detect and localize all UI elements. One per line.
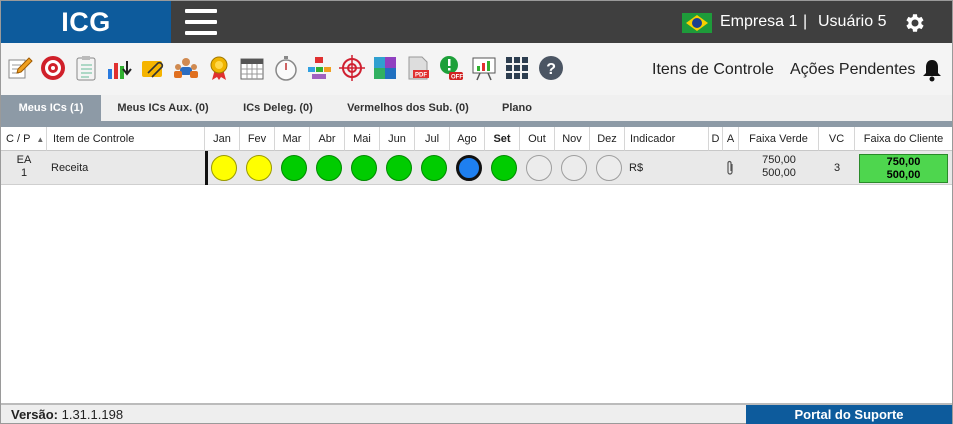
column-header-month[interactable]: Abr	[310, 127, 345, 151]
gear-icon[interactable]	[903, 11, 927, 35]
header-separator: |	[803, 13, 808, 30]
nav-itens-de-controle[interactable]: Itens de Controle	[652, 61, 774, 79]
column-header-faixa-verde[interactable]: Faixa Verde	[739, 127, 819, 151]
column-header-month-current[interactable]: Set	[485, 127, 520, 151]
column-header-vc[interactable]: VC	[819, 127, 855, 151]
column-header-month[interactable]: Jan	[205, 127, 240, 151]
footer: Versão: 1.31.1.198 Portal do Suporte	[1, 403, 952, 424]
status-circle-nov[interactable]	[561, 155, 587, 181]
app-logo[interactable]: ICG	[1, 1, 171, 43]
help-icon[interactable]: ?	[538, 55, 564, 81]
column-header-month[interactable]: Out	[520, 127, 555, 151]
svg-text:OFF: OFF	[451, 75, 463, 81]
column-header-month[interactable]: Ago	[450, 127, 485, 151]
status-circle-out[interactable]	[526, 155, 552, 181]
status-circle-jul[interactable]	[421, 155, 447, 181]
presentation-icon[interactable]	[471, 55, 497, 81]
column-header-month[interactable]: Mar	[275, 127, 310, 151]
status-circle-dez[interactable]	[596, 155, 622, 181]
user-name[interactable]: Usuário 5	[818, 13, 886, 31]
checklist-icon[interactable]	[73, 55, 99, 81]
menu-hamburger-icon[interactable]	[185, 9, 217, 35]
faixa-cliente-lower: 500,00	[886, 169, 921, 181]
cp-cell: EA 1	[1, 151, 47, 185]
sort-asc-icon[interactable]: ▲	[36, 135, 44, 144]
pdf-icon[interactable]: PDF	[405, 55, 431, 81]
tab-bar: Meus ICs (1) Meus ICs Aux. (0) ICs Deleg…	[1, 95, 952, 127]
tab-meus-ics[interactable]: Meus ICs (1)	[1, 95, 101, 121]
tab-ics-deleg[interactable]: ICs Deleg. (0)	[233, 95, 323, 121]
alert-off-icon[interactable]: OFF	[438, 55, 464, 81]
chart-download-icon[interactable]	[106, 55, 132, 81]
attachment-icon[interactable]	[725, 160, 735, 176]
column-header-faixa-cliente[interactable]: Faixa do Cliente	[855, 127, 952, 151]
column-header-d[interactable]: D	[709, 127, 723, 151]
toolbar: PDF OFF ? Itens de Controle Ações Penden…	[1, 43, 952, 95]
cp-code: EA	[16, 154, 32, 166]
status-circle-mai[interactable]	[351, 155, 377, 181]
paperclip-icon[interactable]	[140, 55, 166, 81]
column-header-month[interactable]: Jul	[415, 127, 450, 151]
column-header-cp[interactable]: C / P ▲	[1, 127, 47, 151]
calendar-icon[interactable]	[239, 55, 265, 81]
tab-vermelhos-dos-sub[interactable]: Vermelhos dos Sub. (0)	[339, 95, 477, 121]
faixa-cliente-upper: 750,00	[886, 156, 921, 168]
svg-text:?: ?	[546, 61, 556, 78]
support-portal-link[interactable]: Portal do Suporte	[746, 405, 952, 424]
brazil-flag-icon[interactable]	[682, 13, 712, 33]
nav-acoes-pendentes[interactable]: Ações Pendentes	[790, 61, 915, 79]
cp-number: 1	[20, 167, 28, 179]
status-circle-fev[interactable]	[246, 155, 272, 181]
status-circle-set[interactable]	[491, 155, 517, 181]
column-header-item[interactable]: Item de Controle	[47, 127, 205, 151]
tab-meus-ics-aux[interactable]: Meus ICs Aux. (0)	[109, 95, 217, 121]
indicador-unit: R$	[629, 162, 644, 174]
status-circle-jan[interactable]	[211, 155, 237, 181]
column-header-month[interactable]: Nov	[555, 127, 590, 151]
faixa-verde-values: 750,00 500,00	[741, 151, 817, 185]
version-label: Versão:	[11, 407, 58, 422]
bell-icon[interactable]	[921, 58, 943, 82]
version-value: 1.31.1.198	[61, 407, 124, 422]
svg-text:PDF: PDF	[415, 73, 427, 79]
app-window: ICG Empresa 1 | Usuário 5 PDF OFF ? Iten…	[0, 0, 953, 424]
puzzle-icon[interactable]	[372, 55, 398, 81]
column-header-month[interactable]: Dez	[590, 127, 625, 151]
crosshair-icon[interactable]	[339, 55, 365, 81]
status-circle-ago[interactable]	[456, 155, 482, 181]
award-icon[interactable]	[206, 55, 232, 81]
version-info: Versão: 1.31.1.198	[11, 407, 123, 422]
table-row[interactable]: EA 1 Receita R$ 750,00 500,00 3 750,00 5…	[1, 151, 952, 185]
column-header-month[interactable]: Fev	[240, 127, 275, 151]
vc-value: 3	[833, 162, 841, 174]
tab-plano[interactable]: Plano	[491, 95, 543, 121]
target-icon[interactable]	[40, 55, 66, 81]
team-icon[interactable]	[173, 55, 199, 81]
faixa-verde-lower: 500,00	[762, 167, 796, 179]
status-circle-abr[interactable]	[316, 155, 342, 181]
edit-icon[interactable]	[7, 55, 33, 81]
column-header-a[interactable]: A	[723, 127, 739, 151]
status-circle-mar[interactable]	[281, 155, 307, 181]
faixa-verde-upper: 750,00	[762, 154, 796, 166]
faixa-cliente-badge[interactable]: 750,00 500,00	[859, 154, 948, 183]
stopwatch-icon[interactable]	[273, 55, 299, 81]
item-name[interactable]: Receita	[51, 151, 201, 185]
column-header-month[interactable]: Jun	[380, 127, 415, 151]
column-header-indicador[interactable]: Indicador	[625, 127, 709, 151]
grid-icon[interactable]	[504, 55, 530, 81]
status-circle-jun[interactable]	[386, 155, 412, 181]
column-header-month[interactable]: Mai	[345, 127, 380, 151]
current-period-marker	[205, 151, 208, 185]
company-name[interactable]: Empresa 1	[720, 13, 797, 31]
org-chart-icon[interactable]	[306, 55, 332, 81]
top-bar: ICG Empresa 1 | Usuário 5	[1, 1, 952, 43]
